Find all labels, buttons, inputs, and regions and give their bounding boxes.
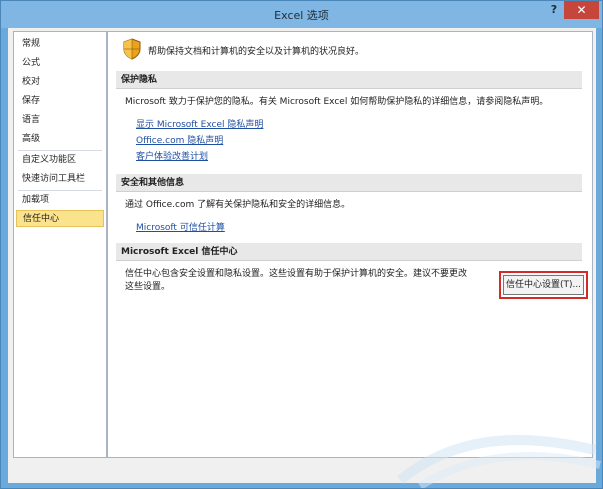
highlight-frame: 信任中心设置(T)... [499,271,588,299]
security-text: 通过 Office.com 了解有关保护隐私和安全的详细信息。 [125,200,351,210]
close-button[interactable]: ✕ [564,1,599,19]
trust-center-settings-button[interactable]: 信任中心设置(T)... [503,275,584,295]
dialog-client-area: 常规 公式 校对 保存 语言 高级 自定义功能区 快速访问工具栏 加载项 信任中… [8,28,596,483]
help-button[interactable]: ? [547,3,561,17]
sidebar-item-advanced[interactable]: 高级 [16,131,104,148]
sidebar-item-proofing[interactable]: 校对 [16,74,104,91]
customer-experience-program-link[interactable]: 客户体验改善计划 [136,149,208,162]
excel-privacy-statement-link[interactable]: 显示 Microsoft Excel 隐私声明 [136,117,263,130]
privacy-section-header: 保护隐私 [116,71,582,89]
excel-options-window: Excel 选项 ? ✕ 常规 公式 校对 保存 语言 高级 自定义功能区 快速… [0,0,603,489]
trustworthy-computing-link[interactable]: Microsoft 可信任计算 [136,220,225,233]
options-sidebar: 常规 公式 校对 保存 语言 高级 自定义功能区 快速访问工具栏 加载项 信任中… [13,31,107,458]
sidebar-item-formulas[interactable]: 公式 [16,55,104,72]
trust-center-content: 帮助保持文档和计算机的安全以及计算机的状况良好。 保护隐私 Microsoft … [107,31,593,458]
shield-icon [123,38,141,60]
trust-center-intro: 帮助保持文档和计算机的安全以及计算机的状况良好。 [148,47,365,57]
sidebar-item-add-ins[interactable]: 加载项 [16,192,104,209]
sidebar-item-general[interactable]: 常规 [16,36,104,53]
office-privacy-statement-link[interactable]: Office.com 隐私声明 [136,133,223,146]
trust-center-text-line1: 信任中心包含安全设置和隐私设置。这些设置有助于保护计算机的安全。建议不要更改 [125,269,468,279]
title-bar[interactable]: Excel 选项 ? ✕ [1,1,602,28]
security-section-header: 安全和其他信息 [116,174,582,192]
sidebar-divider [18,150,102,151]
trust-center-section-header: Microsoft Excel 信任中心 [116,243,582,261]
window-title: Excel 选项 [274,9,329,22]
sidebar-item-trust-center[interactable]: 信任中心 [16,210,104,227]
privacy-text: Microsoft 致力于保护您的隐私。有关 Microsoft Excel 如… [125,97,549,107]
sidebar-item-language[interactable]: 语言 [16,112,104,129]
trust-center-text-line2: 这些设置。 [125,282,171,292]
sidebar-divider [18,190,102,191]
sidebar-item-save[interactable]: 保存 [16,93,104,110]
sidebar-item-quick-access-toolbar[interactable]: 快速访问工具栏 [16,171,104,188]
sidebar-item-customize-ribbon[interactable]: 自定义功能区 [16,152,104,169]
watermark-swirl-icon [396,435,601,488]
